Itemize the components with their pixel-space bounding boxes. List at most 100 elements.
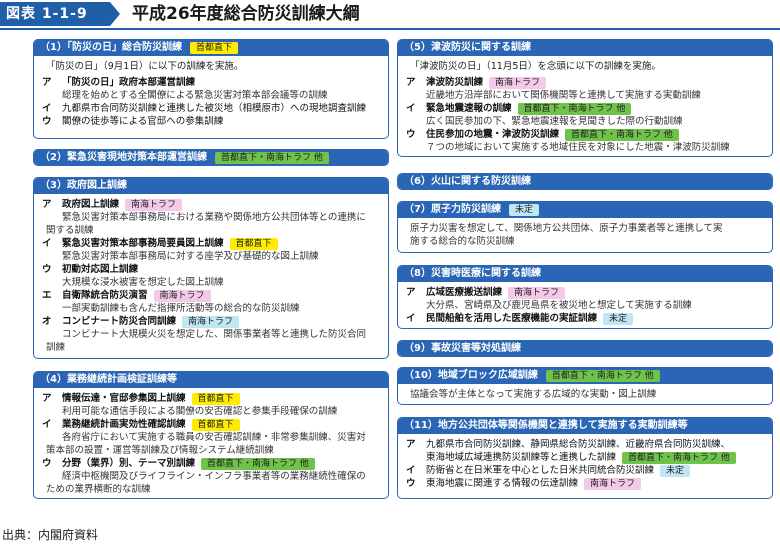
panel-business-continuity: （4）業務継続計画検証訓練等 ア情報伝達・官邸参集図上訓練 首都直下 利用可能な通… [33,371,389,499]
header-rule [0,28,780,30]
region-tag: 南海トラフ [584,477,642,490]
panel-regional-block-drill: （10）地域ブロック広域訓練 首都直下・南海トラフ 他 協議会等が主体となって実… [397,367,773,405]
region-tag: 首都直下・南海トラフ 他 [622,451,736,464]
item-description: 訓練 [46,342,66,353]
list-item: ア政府図上訓練 南海トラフ [42,198,380,211]
panel-header: （7）原子力防災訓練 未定 [398,202,772,218]
panel-header: （3）政府図上訓練 [34,178,388,194]
region-tag: 首都直下 [189,42,238,54]
panel-local-hq-drill: （2）緊急災害現地対策本部運営訓練 首都直下・南海トラフ 他 [33,149,389,166]
item-description: 大分県、宮崎県及び鹿児島県を被災地と想定して実施する訓練 [426,300,692,311]
panel-header: （10）地域ブロック広域訓練 首都直下・南海トラフ 他 [398,368,772,384]
panel-header: （1）「防災の日」総合防災訓練 首都直下 [34,40,388,56]
panel-local-gov-joint-drill: （11）地方公共団体等関係機関と連携して実施する実動訓練等 ア九都県市合同防災訓… [397,417,773,499]
list-item: ア情報伝達・官邸参集図上訓練 首都直下 [42,392,380,405]
region-tag: 未定 [508,204,539,216]
list-item: オコンビナート防災合同訓練 南海トラフ [42,315,380,328]
panel-title: （3）政府図上訓練 [40,180,127,191]
panel-accident-drill: （9）事故災害等対処訓練 [397,340,773,357]
region-tag: 首都直下・南海トラフ 他 [214,151,329,164]
region-tag: 首都直下 [229,237,278,250]
item-description: 策本部の設置・運営等訓練及び情報システム継続訓練 [46,445,274,456]
panel-title: （4）業務継続計画検証訓練等 [40,374,177,385]
list-item: ア「防災の日」政府本部運営訓練 [42,77,196,88]
panel-title: （8）災害時医療に関する訓練 [404,268,541,279]
item-description: 関する訓練 [46,225,94,236]
list-item: ア津波防災訓練 南海トラフ [406,76,764,89]
region-tag: 南海トラフ [125,198,183,211]
figure-number-arrow [110,2,120,26]
list-item: イ緊急地震速報の訓練 首都直下・南海トラフ 他 [406,102,764,115]
item-description: 大規模な浸水被害を想定した図上訓練 [62,277,224,288]
panel-description: 協議会等が主体となって実施する広域的な実動・図上訓練 [410,389,657,400]
figure-number: 図表 1-1-9 [0,2,110,26]
panel-title: （5）津波防災に関する訓練 [404,42,531,53]
panel-tsunami-drill: （5）津波防災に関する訓練 「津波防災の日」（11月5日）を念頭に以下の訓練を実… [397,39,773,157]
region-tag: 首都直下・南海トラフ 他 [517,102,632,115]
region-tag: 首都直下・南海トラフ 他 [201,457,315,470]
training-outline-grid: （1）「防災の日」総合防災訓練 首都直下 「防災の日」（9月1日）に以下の訓練を… [33,39,773,509]
list-item: イ業務継続計画実効性確認訓練 首都直下 [42,418,380,431]
list-item: ウ初動対応図上訓練 [42,264,139,275]
item-description: 経済中枢機関及びライフライン・インフラ事業者等の業務継続性確保の [62,471,366,482]
list-item: イ緊急災害対策本部事務局要員図上訓練 首都直下 [42,237,380,250]
panel-title: （10）地域ブロック広域訓練 [404,370,538,381]
item-description: 近畿地方沿岸部において関係機関等と連携して実施する実動訓練 [426,90,701,101]
source-note: 出典：内閣府資料 [2,528,99,542]
item-description: ７つの地域において実施する地域住民を対象にした地震・津波防災訓練 [426,142,730,153]
list-item: ウ閣僚の徒歩等による官邸への参集訓練 [42,116,224,127]
list-item: イ九都県市合同防災訓練と連携した被災地（相模原市）への現地調査訓練 [42,103,367,114]
list-item: ア九都県市合同防災訓練、静岡県総合防災訓練、近畿府県合同防災訓練、 [406,439,731,450]
item-description: ための業界横断的な訓練 [46,484,151,495]
region-tag: 南海トラフ [153,289,211,302]
region-tag: 未定 [603,312,634,325]
list-item: エ自衛隊統合防災演習 南海トラフ [42,289,380,302]
region-tag: 南海トラフ [182,315,240,328]
region-tag: 南海トラフ [489,76,547,89]
panel-header: （9）事故災害等対処訓練 [398,341,772,356]
panel-intro: 「津波防災の日」（11月5日）を念頭に以下の訓練を実施。 [410,61,661,72]
item-description: 各府省庁において実施する職員の安否確認訓練・非常参集訓練、災害対 [62,432,366,443]
panel-intro: 「防災の日」（9月1日）に以下の訓練を実施。 [46,61,244,72]
list-item: ウ住民参加の地震・津波防災訓練 首都直下・南海トラフ 他 [406,128,764,141]
region-tag: 未定 [660,464,691,477]
list-item: 東海地域広域連携防災訓練等と連携した訓練 首都直下・南海トラフ 他 [406,451,764,464]
list-item: イ防衛省と在日米軍を中心とした日米共同統合防災訓練 未定 [406,464,764,477]
panel-disaster-day-drill: （1）「防災の日」総合防災訓練 首都直下 「防災の日」（9月1日）に以下の訓練を… [33,39,389,139]
panel-medical-drill: （8）災害時医療に関する訓練 ア広域医療搬送訓練 南海トラフ 大分県、宮崎県及び鹿… [397,265,773,329]
panel-title: （7）原子力防災訓練 [404,204,501,215]
panel-header: （4）業務継続計画検証訓練等 [34,372,388,388]
item-description: 利用可能な通信手段による閣僚の安否確認と参集手段確保の訓練 [62,406,338,417]
item-description: 一部実動訓練も含んだ指揮所活動等の総合的な防災訓練 [62,303,300,314]
panel-title: （11）地方公共団体等関係機関と連携して実施する実動訓練等 [404,420,688,431]
region-tag: 南海トラフ [508,286,566,299]
panel-title: （2）緊急災害現地対策本部運営訓練 [40,151,207,163]
list-item: ウ分野（業界）別、テーマ別訓練 首都直下・南海トラフ 他 [42,457,380,470]
region-tag: 首都直下 [191,418,240,431]
panel-government-tabletop: （3）政府図上訓練 ア政府図上訓練 南海トラフ 緊急災害対策本部事務局における業務… [33,177,389,359]
item-description: 総理を始めとする全閣僚による緊急災害対策本部会議等の訓練 [62,90,328,101]
list-item: イ民間船舶を活用した医療機能の実証訓練 未定 [406,312,764,325]
panel-title: （9）事故災害等対処訓練 [404,342,521,354]
region-tag: 首都直下・南海トラフ 他 [545,370,660,382]
panel-nuclear-drill: （7）原子力防災訓練 未定 原子力災害を想定して、関係地方公共団体、原子力事業者… [397,201,773,253]
panel-description: 施する総合的な防災訓練 [410,236,515,247]
panel-header: （6）火山に関する防災訓練 [398,174,772,189]
item-description: 緊急災害対策本部事務局における業務や関係地方公共団体等との連携に [62,212,366,223]
panel-header: （5）津波防災に関する訓練 [398,40,772,56]
panel-header: （2）緊急災害現地対策本部運営訓練 首都直下・南海トラフ 他 [34,150,388,165]
item-description: 広く国民参加の下、緊急地震速報を見聞きした際の行動訓練 [426,116,683,127]
region-tag: 首都直下 [191,392,240,405]
panel-title: （1）「防災の日」総合防災訓練 [40,42,182,53]
panel-header: （11）地方公共団体等関係機関と連携して実施する実動訓練等 [398,418,772,434]
panel-volcano-drill: （6）火山に関する防災訓練 [397,173,773,190]
figure-title: 平成26年度総合防災訓練大綱 [132,4,360,24]
item-description: コンビナート大規模火災を想定した、関係事業者等と連携した防災合同 [62,329,367,340]
figure-header: 図表 1-1-9 平成26年度総合防災訓練大綱 [0,0,780,30]
list-item: ウ東海地震に関連する情報の伝達訓練 南海トラフ [406,477,764,490]
region-tag: 首都直下・南海トラフ 他 [565,128,679,141]
panel-header: （8）災害時医療に関する訓練 [398,266,772,282]
item-description: 緊急災害対策本部事務局に対する座学及び基礎的な図上訓練 [62,251,319,262]
panel-description: 原子力災害を想定して、関係地方公共団体、原子力事業者等と連携して実 [410,223,723,234]
list-item: ア広域医療搬送訓練 南海トラフ [406,286,764,299]
